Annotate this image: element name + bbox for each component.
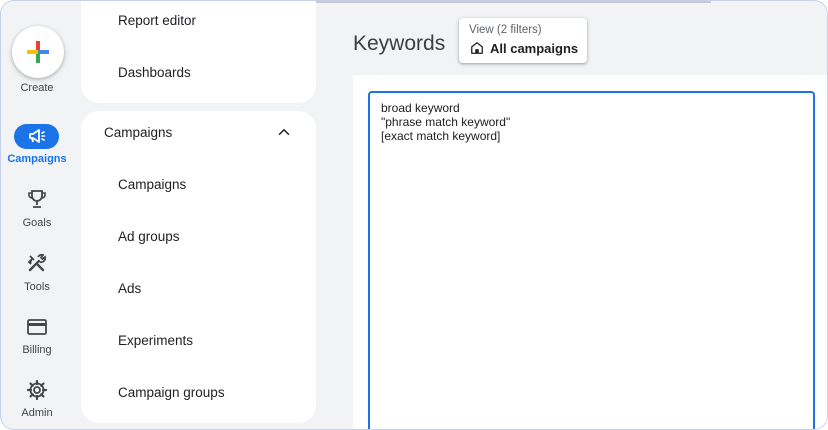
- nav-card-reports: [81, 1, 316, 103]
- nav-link-report-editor[interactable]: Report editor: [118, 13, 196, 28]
- rail-item-tools[interactable]: Tools: [1, 250, 73, 302]
- keyword-line: [exact match keyword]: [381, 129, 501, 143]
- create-label: Create: [20, 82, 54, 94]
- rail-item-billing[interactable]: Billing: [1, 314, 73, 366]
- view-filter-chip[interactable]: View (2 filters) All campaigns: [459, 18, 587, 63]
- tools-icon: [27, 253, 47, 272]
- keyword-line: "phrase match keyword": [381, 115, 511, 129]
- nav-link-campaigns[interactable]: Campaigns: [118, 177, 186, 192]
- rail-item-admin[interactable]: Admin: [1, 377, 73, 429]
- create-button[interactable]: [12, 26, 64, 78]
- nav-link-ads[interactable]: Ads: [118, 281, 141, 296]
- rail-label-goals: Goals: [22, 217, 52, 229]
- keyword-line: broad keyword: [381, 101, 460, 115]
- trophy-icon: [28, 190, 46, 208]
- nav-card-campaigns: [81, 111, 316, 423]
- rail-label-campaigns: Campaigns: [7, 153, 67, 165]
- nav-link-ad-groups[interactable]: Ad groups: [118, 229, 180, 244]
- chevron-up-icon[interactable]: [275, 123, 293, 141]
- left-rail: Create Campaigns Goals Tools Billing Adm…: [1, 1, 73, 429]
- keywords-textarea[interactable]: broad keyword "phrase match keyword" [ex…: [368, 91, 815, 429]
- rail-label-tools: Tools: [24, 281, 50, 293]
- nav-link-dashboards[interactable]: Dashboards: [118, 65, 191, 80]
- credit-card-icon: [27, 319, 47, 335]
- view-filter-count: View (2 filters): [469, 24, 542, 36]
- view-scope-label: All campaigns: [490, 41, 579, 56]
- app-window: Create Campaigns Goals Tools Billing Adm…: [0, 0, 828, 430]
- plus-icon: [27, 41, 49, 63]
- rail-item-campaigns[interactable]: Campaigns: [1, 123, 73, 175]
- megaphone-icon: [29, 129, 46, 143]
- rail-label-admin: Admin: [21, 407, 53, 419]
- gear-icon: [26, 379, 48, 401]
- rail-label-billing: Billing: [22, 344, 52, 356]
- nav-link-campaign-groups[interactable]: Campaign groups: [118, 385, 225, 400]
- nav-link-experiments[interactable]: Experiments: [118, 333, 193, 348]
- store-icon: [471, 42, 483, 54]
- page-title: Keywords: [353, 32, 446, 55]
- rail-item-goals[interactable]: Goals: [1, 187, 73, 239]
- nav-section-campaigns[interactable]: Campaigns: [104, 125, 172, 140]
